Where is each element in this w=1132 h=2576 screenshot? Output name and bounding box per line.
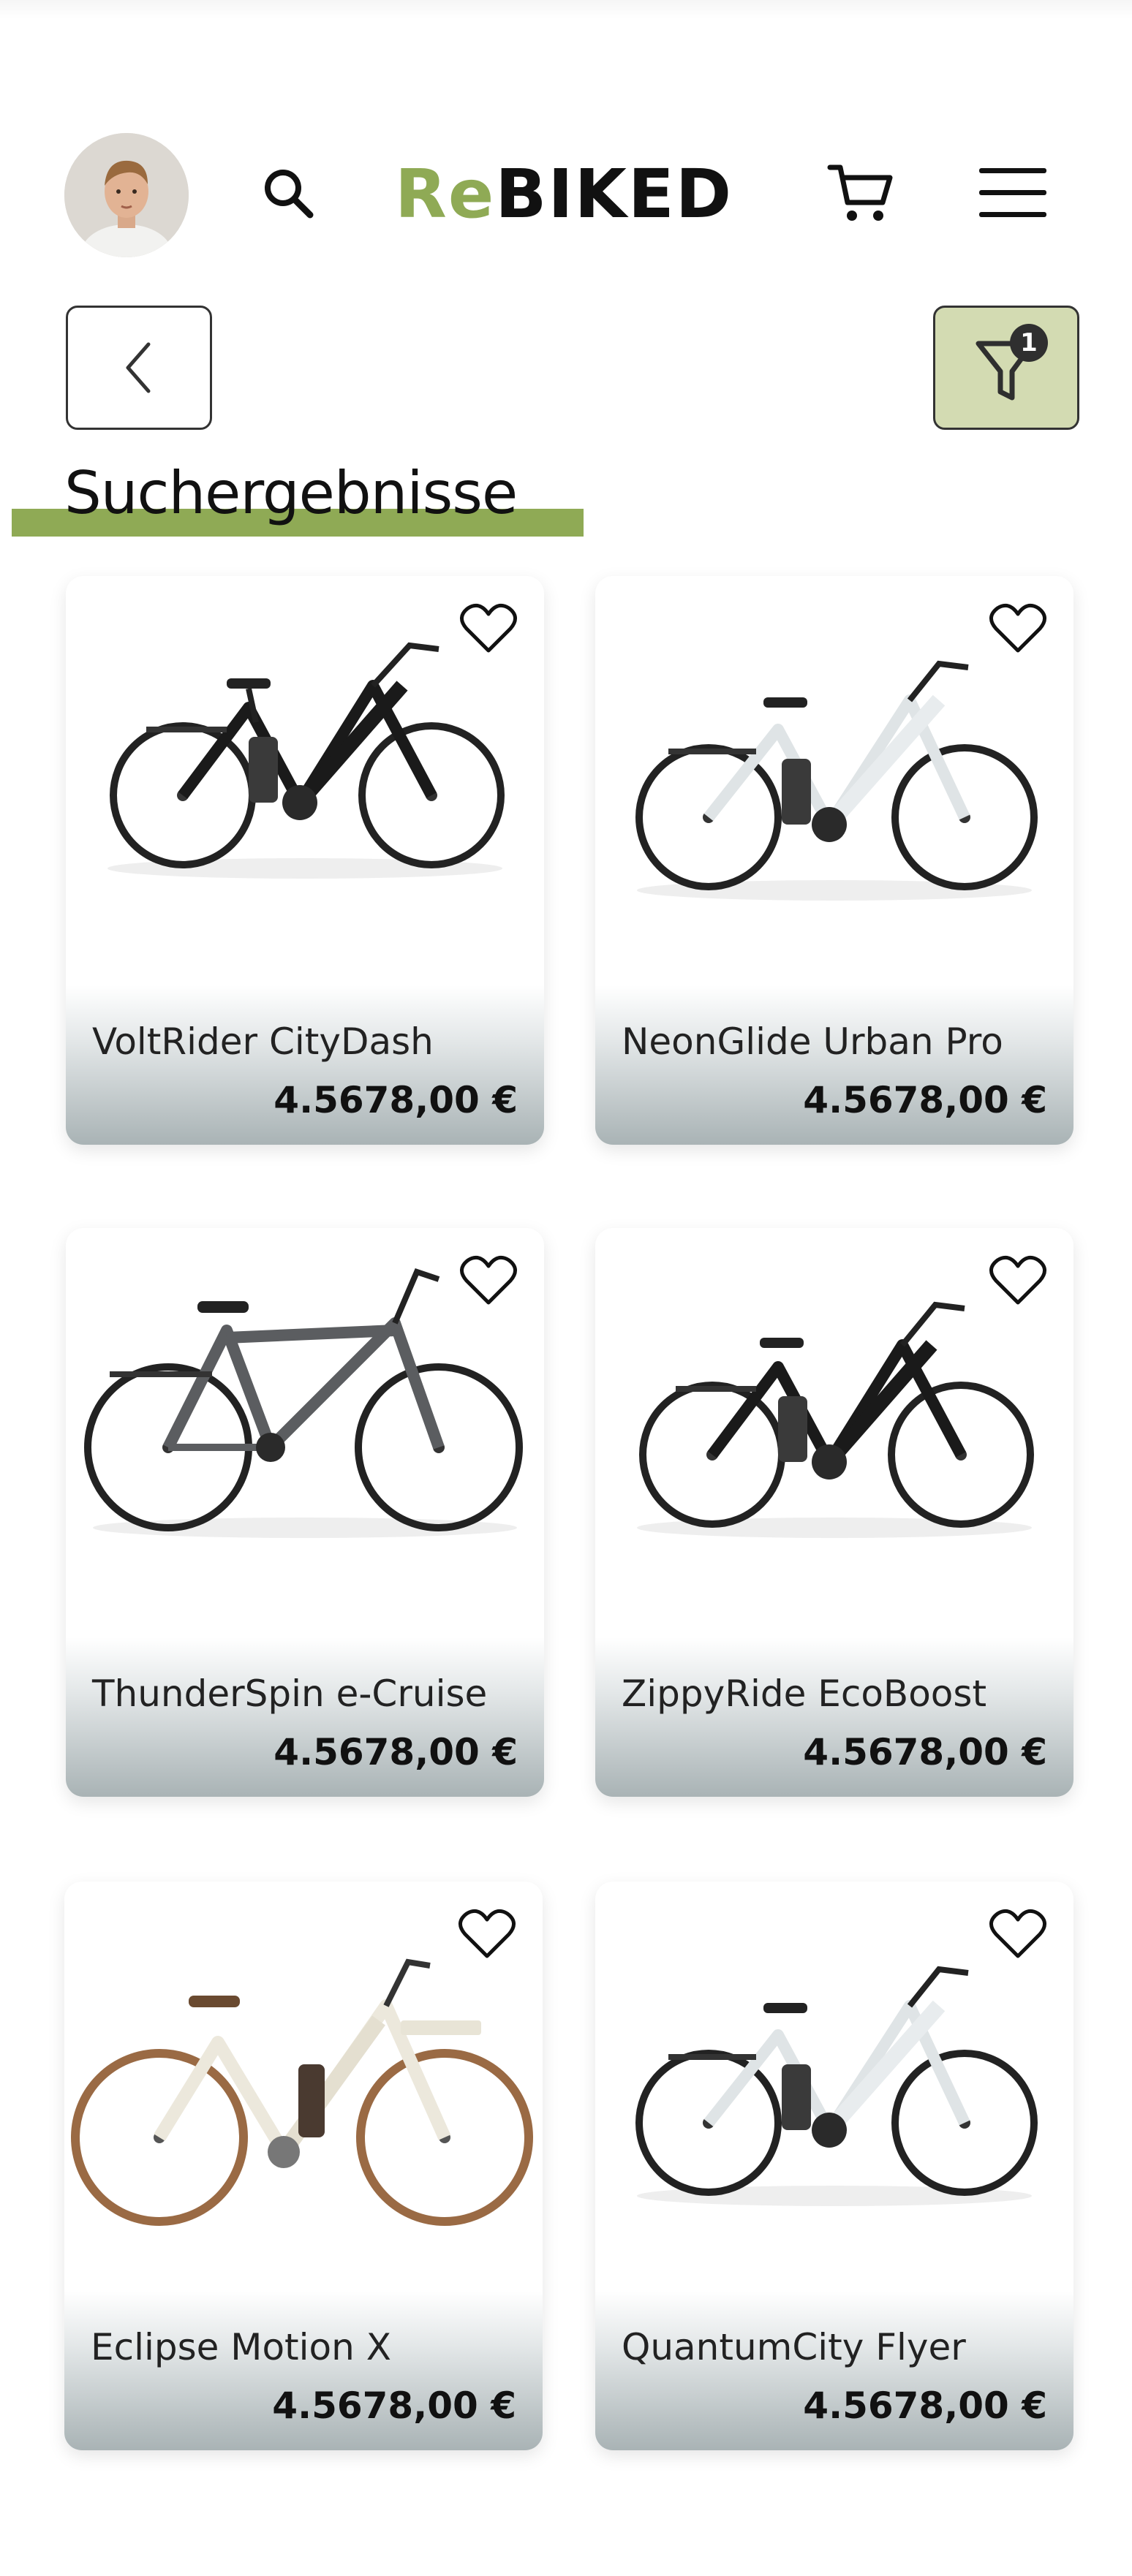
product-info: Eclipse Motion X 4.5678,00 €	[64, 2291, 543, 2450]
favorite-heart-icon[interactable]	[989, 602, 1047, 655]
favorite-heart-icon[interactable]	[459, 602, 518, 655]
product-info: VoltRider CityDash 4.5678,00 €	[66, 985, 544, 1145]
product-name: Eclipse Motion X	[91, 2326, 391, 2368]
product-name: ThunderSpin e-Cruise	[92, 1672, 488, 1715]
product-card[interactable]: NeonGlide Urban Pro 4.5678,00 €	[595, 576, 1073, 1145]
product-price: 4.5678,00 €	[803, 1079, 1047, 1121]
product-price: 4.5678,00 €	[272, 2384, 516, 2427]
product-price: 4.5678,00 €	[273, 1731, 518, 1773]
product-info: NeonGlide Urban Pro 4.5678,00 €	[595, 985, 1073, 1145]
favorite-heart-icon[interactable]	[989, 1254, 1047, 1307]
product-card[interactable]: QuantumCity Flyer 4.5678,00 €	[595, 1882, 1073, 2450]
product-card[interactable]: ThunderSpin e-Cruise 4.5678,00 €	[66, 1228, 544, 1797]
favorite-heart-icon[interactable]	[989, 1908, 1047, 1961]
favorite-heart-icon[interactable]	[458, 1908, 516, 1961]
product-card[interactable]: ZippyRide EcoBoost 4.5678,00 €	[595, 1228, 1073, 1797]
product-card[interactable]: VoltRider CityDash 4.5678,00 €	[66, 576, 544, 1145]
product-info: ThunderSpin e-Cruise 4.5678,00 €	[66, 1637, 544, 1797]
product-card[interactable]: Eclipse Motion X 4.5678,00 €	[64, 1882, 543, 2450]
product-name: QuantumCity Flyer	[622, 2326, 966, 2368]
product-name: ZippyRide EcoBoost	[622, 1672, 987, 1715]
product-price: 4.5678,00 €	[803, 1731, 1047, 1773]
product-name: VoltRider CityDash	[92, 1020, 434, 1063]
product-info: ZippyRide EcoBoost 4.5678,00 €	[595, 1637, 1073, 1797]
product-name: NeonGlide Urban Pro	[622, 1020, 1003, 1063]
product-grid: VoltRider CityDash 4.5678,00 € NeonGlide…	[0, 0, 1132, 2576]
product-info: QuantumCity Flyer 4.5678,00 €	[595, 2291, 1073, 2450]
product-price: 4.5678,00 €	[273, 1079, 518, 1121]
favorite-heart-icon[interactable]	[459, 1254, 518, 1307]
product-price: 4.5678,00 €	[803, 2384, 1047, 2427]
